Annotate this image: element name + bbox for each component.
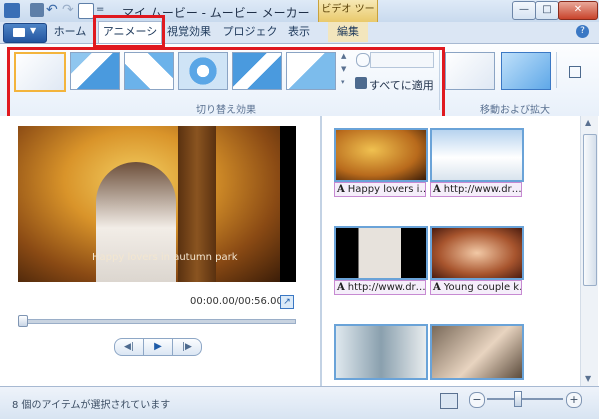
caption-1-text: Happy lovers i… [347,184,426,195]
time-readout: 00:00.00/00:56.00 [190,296,283,307]
zoom-in-button[interactable]: + [566,392,582,408]
video-tools-context-header: ビデオ ツール [318,0,378,35]
storyboard-pane: A Happy lovers i… Ahttp://www.dr… Ahttp:/… [322,116,599,386]
file-menu-icon [13,28,25,37]
clip-4[interactable] [430,226,524,280]
view-toggle-icon[interactable] [78,3,94,19]
title-bar: ↶ ↷ = マイ ムービー - ムービー メーカー ビデオ ツール — □ ✕ [0,0,599,35]
tab-view[interactable]: 表示 [284,22,314,42]
scroll-up-arrow[interactable]: ▲ [585,118,591,127]
couple-figure [96,162,176,282]
panzoom-apply-icon[interactable] [569,66,581,78]
preview-video[interactable]: Happy lovers in autumn park [18,126,296,282]
save-icon[interactable] [30,3,44,17]
status-bar: 8 個のアイテムが選択されています − + [0,386,599,419]
clip-1[interactable] [334,128,428,182]
zoom-thumb[interactable] [514,391,522,407]
preview-overlay-caption: Happy lovers in autumn park [92,252,238,263]
caption-4-text: Young couple k… [443,282,522,293]
tab-visual-effects[interactable]: 視覚効果 [164,22,214,42]
clip-3[interactable] [334,226,428,280]
undo-icon[interactable]: ↶ [46,3,60,17]
caption-2[interactable]: Ahttp://www.dr… [430,182,522,197]
clip-5[interactable] [334,324,428,380]
tab-home[interactable]: ホーム [50,22,90,42]
caption-3-text: http://www.dr… [347,282,426,293]
storyboard-scrollbar[interactable]: ▲ ▼ [580,116,598,386]
clip-2[interactable] [430,128,524,182]
previous-frame-button[interactable]: ◀| [114,338,144,356]
next-frame-button[interactable]: |▶ [172,338,202,356]
maximize-button[interactable]: □ [535,1,559,20]
seek-thumb[interactable] [18,315,28,327]
thumbnail-size-icon[interactable] [440,393,458,409]
scroll-down-arrow[interactable]: ▼ [585,374,591,383]
zoom-slider[interactable] [487,398,563,400]
seek-slider[interactable] [18,319,296,324]
scroll-thumb[interactable] [583,134,597,286]
caption-3[interactable]: Ahttp://www.dr… [334,280,426,295]
split-screen-button[interactable]: ↗ [280,295,294,309]
caption-1[interactable]: A Happy lovers i… [334,182,426,197]
panzoom-group-label: 移動および拡大 [480,105,550,116]
close-button[interactable]: ✕ [558,1,598,20]
zoom-out-button[interactable]: − [469,392,485,408]
clip-6[interactable] [430,324,524,380]
ribbon-tab-row: ▼ ホーム アニメーション 視覚効果 プロジェクト 表示 編集 ? [0,21,599,58]
panzoom-none-thumb[interactable] [445,52,495,90]
tab-project[interactable]: プロジェクト [220,22,280,58]
play-button[interactable]: ▶ [143,338,173,356]
highlight-animation-tab [93,15,165,48]
chevron-down-icon: ▼ [30,26,37,35]
panzoom-scroll[interactable] [556,52,565,88]
caption-4[interactable]: A Young couple k… [430,280,522,295]
status-text: 8 個のアイテムが選択されています [12,400,171,411]
caption-2-text: http://www.dr… [443,184,522,195]
panzoom-auto-thumb[interactable] [501,52,551,90]
app-icon[interactable] [4,3,20,18]
redo-icon[interactable]: ↷ [62,3,76,17]
highlight-transitions-group [7,47,445,121]
help-icon[interactable]: ? [576,25,589,38]
minimize-button[interactable]: — [512,1,536,20]
file-menu-button[interactable]: ▼ [3,23,47,43]
tab-edit[interactable]: 編集 [328,22,368,42]
